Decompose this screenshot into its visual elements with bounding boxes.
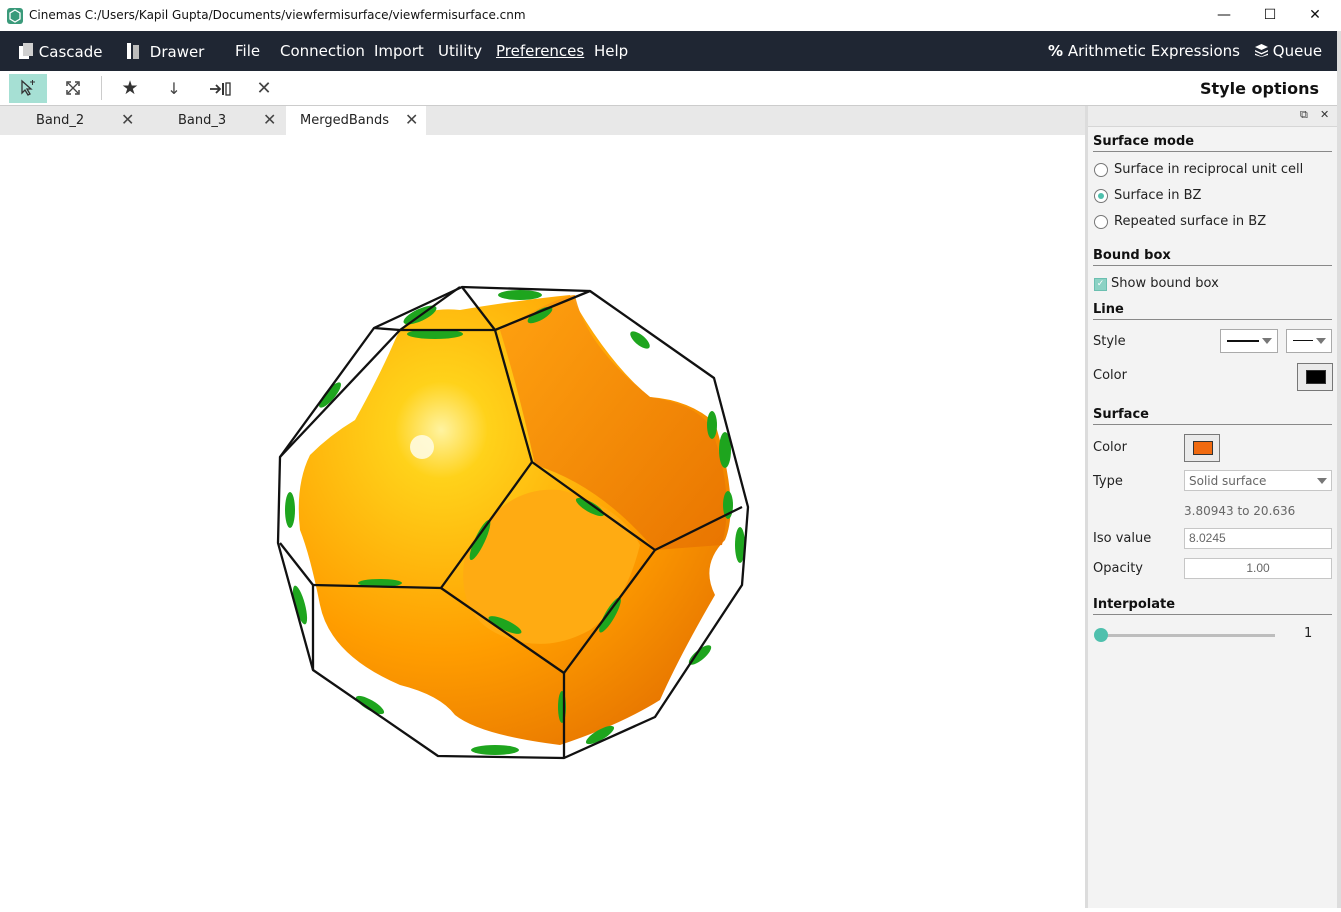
tab-close-icon[interactable]: ✕: [263, 110, 276, 129]
line-style-label: Style: [1093, 334, 1126, 349]
menu-utility[interactable]: Utility: [438, 42, 482, 60]
window-title: Cinemas C:/Users/Kapil Gupta/Documents/v…: [29, 8, 526, 22]
toolbar: ★ ↓ ✕ Style options: [0, 71, 1337, 106]
interpolate-value: 1: [1304, 626, 1313, 641]
close-icon: ✕: [256, 78, 272, 99]
document-tabs: Band_2 ✕ Band_3 ✕ MergedBands ✕: [0, 106, 1085, 135]
close-window-button[interactable]: ✕: [1295, 4, 1335, 26]
radio-repeated-surface[interactable]: [1094, 215, 1108, 229]
chevron-down-icon: [1262, 338, 1272, 344]
cascade-icon: [19, 43, 33, 59]
tab-label: MergedBands: [300, 113, 389, 128]
section-surface: Surface: [1093, 407, 1332, 425]
fermi-surface-render[interactable]: [0, 135, 1085, 908]
radio-label: Repeated surface in BZ: [1114, 214, 1267, 229]
section-bound-box: Bound box: [1093, 248, 1332, 266]
panel-header: ⧉ ✕: [1088, 106, 1337, 127]
minimize-button[interactable]: —: [1204, 4, 1244, 26]
iso-range-text: 3.80943 to 20.636: [1184, 504, 1296, 518]
iso-value-label: Iso value: [1093, 531, 1152, 546]
tab-close-icon[interactable]: ✕: [121, 110, 134, 129]
radio-reciprocal-unit-cell[interactable]: [1094, 163, 1108, 177]
interpolate-slider-handle[interactable]: [1094, 628, 1108, 642]
queue-label: Queue: [1272, 42, 1323, 60]
export-icon: [210, 82, 231, 96]
line-style-dropdown[interactable]: [1220, 329, 1278, 353]
menubar: Cascade Drawer File Connection Import Ut…: [0, 31, 1337, 71]
select-tool-button[interactable]: [9, 74, 47, 103]
move-down-button[interactable]: ↓: [155, 74, 193, 103]
favorite-button[interactable]: ★: [111, 74, 149, 103]
export-button[interactable]: [201, 74, 239, 103]
radio-label: Surface in reciprocal unit cell: [1114, 162, 1304, 177]
float-panel-icon[interactable]: ⧉: [1300, 108, 1308, 122]
menu-help[interactable]: Help: [594, 42, 628, 60]
opacity-input[interactable]: [1184, 558, 1332, 579]
surface-color-swatch[interactable]: [1184, 434, 1220, 462]
tab-label: Band_3: [178, 113, 227, 128]
maximize-button[interactable]: ☐: [1250, 4, 1290, 26]
select-cursor-icon: [21, 79, 35, 96]
show-bound-box-checkbox[interactable]: ✓: [1094, 278, 1107, 291]
arrow-down-icon: ↓: [167, 79, 181, 98]
window-titlebar: Cinemas C:/Users/Kapil Gupta/Documents/v…: [0, 0, 1341, 32]
specular-highlight: [410, 435, 434, 459]
cinemas-app-icon: [7, 8, 23, 24]
interpolate-slider-track[interactable]: [1101, 634, 1275, 637]
tab-mergedbands[interactable]: MergedBands ✕: [286, 106, 426, 135]
tab-band-3[interactable]: Band_3 ✕: [142, 106, 284, 135]
tab-close-icon[interactable]: ✕: [405, 110, 418, 129]
tab-label: Band_2: [36, 113, 85, 128]
chevron-down-icon: [1316, 338, 1326, 344]
toolbar-separator: [101, 76, 102, 100]
fit-view-button[interactable]: [54, 74, 92, 103]
menu-connection[interactable]: Connection: [280, 42, 365, 60]
drawer-icon: [127, 43, 139, 59]
menu-import[interactable]: Import: [374, 42, 424, 60]
cascade-label: Cascade: [38, 43, 103, 61]
window-right-edge: [1337, 31, 1341, 908]
surface-type-select[interactable]: Solid surface: [1184, 470, 1332, 491]
3d-viewport[interactable]: [0, 135, 1085, 908]
chevron-down-icon: [1317, 478, 1327, 484]
star-icon: ★: [121, 77, 139, 99]
radio-label: Surface in BZ: [1114, 188, 1202, 203]
iso-value-input[interactable]: [1184, 528, 1332, 549]
checkbox-label: Show bound box: [1111, 276, 1219, 291]
arithmetic-expressions-menu[interactable]: % Arithmetic Expressions: [1048, 42, 1240, 60]
cascade-menu[interactable]: Cascade: [18, 42, 102, 61]
percent-icon: %: [1048, 42, 1064, 60]
menu-file[interactable]: File: [235, 42, 260, 60]
line-color-label: Color: [1093, 368, 1127, 383]
drawer-label: Drawer: [149, 43, 205, 61]
section-surface-mode: Surface mode: [1093, 134, 1332, 152]
line-color-swatch[interactable]: [1297, 363, 1333, 391]
surface-color-label: Color: [1093, 440, 1127, 455]
section-interpolate: Interpolate: [1093, 597, 1332, 615]
section-line: Line: [1093, 302, 1332, 320]
drawer-menu[interactable]: Drawer: [126, 42, 204, 61]
clear-button[interactable]: ✕: [245, 74, 283, 103]
fit-view-icon: [66, 81, 80, 95]
surface-type-value: Solid surface: [1189, 474, 1267, 488]
radio-surface-in-bz[interactable]: [1094, 189, 1108, 203]
queue-menu[interactable]: Queue: [1255, 42, 1322, 60]
style-options-panel: ⧉ ✕ Surface mode Surface in reciprocal u…: [1088, 106, 1337, 908]
layers-icon: [1255, 44, 1268, 57]
opacity-label: Opacity: [1093, 561, 1144, 576]
style-options-title: Style options: [1200, 79, 1319, 98]
arithmetic-label: Arithmetic Expressions: [1067, 42, 1240, 60]
line-width-dropdown[interactable]: [1286, 329, 1332, 353]
close-panel-icon[interactable]: ✕: [1320, 108, 1329, 121]
surface-type-label: Type: [1093, 474, 1123, 489]
tab-band-2[interactable]: Band_2 ✕: [0, 106, 142, 135]
menu-preferences[interactable]: Preferences: [496, 42, 584, 60]
